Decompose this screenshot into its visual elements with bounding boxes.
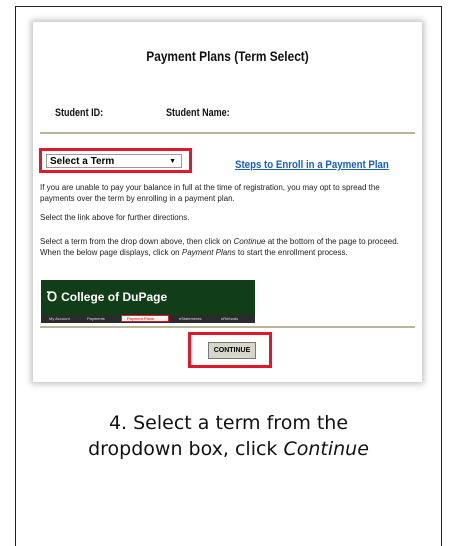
term-select-value: Select a Term <box>50 156 115 167</box>
instructions-paragraph-3: Select a term from the drop down above, … <box>40 236 416 258</box>
nav-my-account[interactable]: My Account <box>49 316 70 321</box>
continue-button[interactable]: CONTINUE <box>208 342 256 359</box>
continue-button-highlight: CONTINUE <box>188 332 272 368</box>
term-select[interactable]: Select a Term ▼ <box>46 154 182 168</box>
instructions-text: Select a term from the drop down above, … <box>40 237 234 246</box>
student-name-label: Student Name: <box>166 107 230 119</box>
instructions-paragraph-1: If you are unable to pay your balance in… <box>40 183 380 203</box>
instructions-text: to start the enrollment process. <box>235 248 348 257</box>
nav-estatements[interactable]: eStatements <box>179 316 201 321</box>
college-logo: Ꝺ College of DuPage <box>47 287 171 305</box>
instructions-paragraph-2: Select the link above for further direct… <box>40 213 190 222</box>
logo-icon: Ꝺ <box>47 289 58 304</box>
chevron-down-icon: ▼ <box>169 158 176 165</box>
banner-nav: My Account Payments Payment Plans eState… <box>41 315 255 323</box>
college-logo-text: College of DuPage <box>61 290 168 304</box>
step-caption: 4. Select a term from the dropdown box, … <box>15 410 442 462</box>
college-banner: Ꝺ College of DuPage My Account Payments P… <box>41 280 255 323</box>
page-title: Payment Plans (Term Select) <box>146 48 309 64</box>
nav-payment-plans[interactable]: Payment Plans <box>127 316 154 321</box>
caption-text: dropdown box, click <box>88 438 284 460</box>
instructions-payment-plans-text: Payment Plans <box>181 248 236 257</box>
caption-line-1: 4. Select a term from the <box>108 412 349 434</box>
term-select-highlight: Select a Term ▼ <box>39 148 192 173</box>
caption-continue-text: Continue <box>283 438 369 460</box>
nav-erefunds[interactable]: eRefunds <box>221 316 238 321</box>
nav-payments[interactable]: Payments <box>87 316 105 321</box>
screenshot-panel: Payment Plans (Term Select) Student ID: … <box>33 22 422 382</box>
divider <box>40 132 415 134</box>
divider <box>40 326 415 328</box>
instructions-continue-text: Continue <box>233 237 266 246</box>
steps-to-enroll-link[interactable]: Steps to Enroll in a Payment Plan <box>235 159 389 171</box>
caption-line-2: dropdown box, click Continue <box>15 436 442 462</box>
student-id-label: Student ID: <box>55 107 104 119</box>
